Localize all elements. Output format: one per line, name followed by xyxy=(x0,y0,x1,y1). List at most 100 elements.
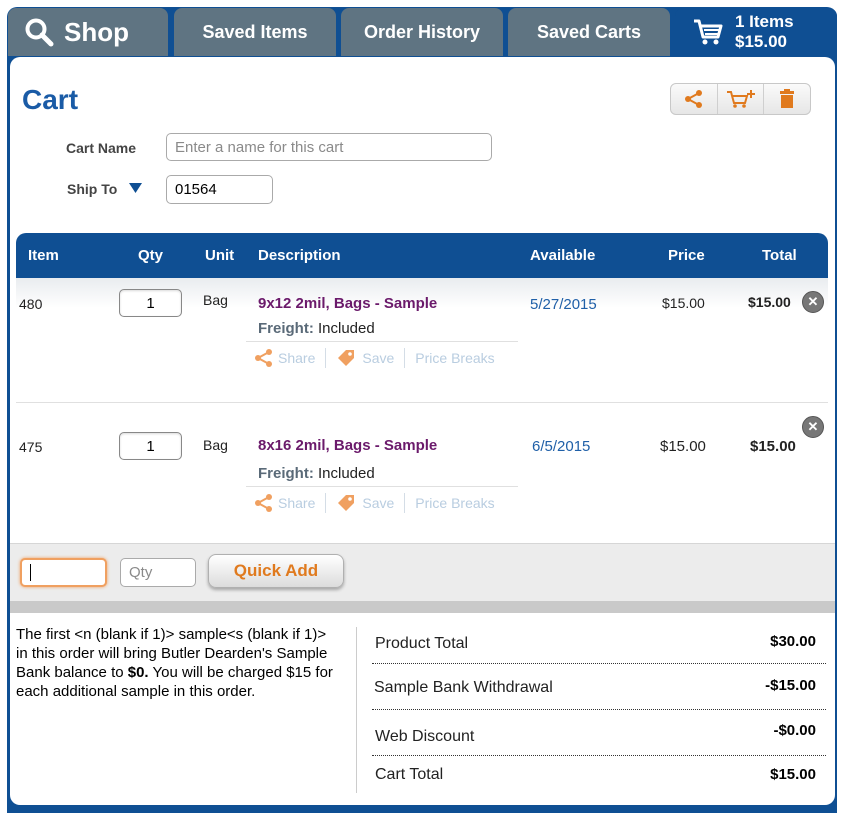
row2-description[interactable]: 8x16 2mil, Bags - Sample xyxy=(258,437,437,454)
share-label: Share xyxy=(278,350,316,366)
page-title: Cart xyxy=(22,84,79,115)
save-label: Save xyxy=(362,495,395,511)
row2-total: $15.00 xyxy=(750,438,796,455)
text-cursor xyxy=(30,564,31,581)
tag-icon xyxy=(338,495,355,511)
row1-qty-input[interactable]: 1 xyxy=(119,289,182,317)
col-qty: Qty xyxy=(138,247,164,264)
cart-name-label: Cart Name xyxy=(66,140,137,156)
summary-divider xyxy=(372,755,826,756)
quick-add-button[interactable]: Quick Add xyxy=(208,554,344,588)
ship-to-label: Ship To xyxy=(67,181,118,197)
row2-freight-label: Freight: xyxy=(258,465,314,482)
row1-freight-value: Included xyxy=(318,320,375,337)
separator xyxy=(325,348,327,368)
trash-icon xyxy=(780,89,795,108)
close-icon: ✕ xyxy=(807,294,819,309)
row1-total: $15.00 xyxy=(748,294,791,310)
cart-item-count: 1 Items xyxy=(735,12,794,31)
quick-add-item-input[interactable] xyxy=(20,558,107,587)
row1-description[interactable]: 9x12 2mil, Bags - Sample xyxy=(258,295,437,312)
row2-item: 475 xyxy=(19,439,43,455)
row2-actions: Share Save Price Breaks xyxy=(254,493,495,513)
row1-unit: Bag xyxy=(203,292,228,308)
row-divider xyxy=(16,402,828,403)
cart-actions xyxy=(670,83,811,115)
separator xyxy=(404,493,406,513)
summary-divider xyxy=(372,709,826,710)
table-header: Item Qty Unit Description Available Pric… xyxy=(16,233,828,278)
add-to-cart-button[interactable] xyxy=(718,84,765,114)
row2-price: $15.00 xyxy=(660,438,706,455)
tab-shop[interactable]: Shop xyxy=(8,8,168,56)
delete-cart-button[interactable] xyxy=(764,84,810,114)
share-icon xyxy=(255,494,272,512)
discount-label: Web Discount xyxy=(375,728,475,745)
cart-total-label: Cart Total xyxy=(375,766,444,783)
cart-name-input[interactable]: Enter a name for this cart xyxy=(166,133,492,161)
row1-sample: Sample xyxy=(383,295,438,312)
tab-saved-items-label: Saved Items xyxy=(202,21,308,42)
share-icon xyxy=(255,349,272,367)
row2-divider xyxy=(246,486,518,487)
note-amount: $0. xyxy=(127,664,149,681)
row2-sample: Sample xyxy=(383,437,438,454)
row2-save-link[interactable]: Save xyxy=(336,493,394,513)
ship-to-input[interactable]: 01564 xyxy=(166,175,273,204)
row1-share-link[interactable]: Share xyxy=(254,348,315,368)
withdrawal-value: -$15.00 xyxy=(765,677,816,694)
row2-remove-button[interactable]: ✕ xyxy=(802,416,824,438)
row1-freight: Freight: Included xyxy=(258,320,375,337)
col-price: Price xyxy=(668,247,705,264)
col-total: Total xyxy=(762,247,797,264)
row2-price-breaks-link[interactable]: Price Breaks xyxy=(415,495,494,511)
cart-plus-icon xyxy=(726,90,755,108)
row2-available: 6/5/2015 xyxy=(532,438,591,455)
row1-desc-text: 9x12 2mil, Bags - xyxy=(258,295,384,312)
withdrawal-label: Sample Bank Withdrawal xyxy=(374,679,553,696)
tab-order-history[interactable]: Order History xyxy=(341,8,503,56)
cart-tab-total: $15.00 xyxy=(735,32,787,51)
col-available: Available xyxy=(530,247,596,264)
product-total-label: Product Total xyxy=(375,635,469,652)
row1-available: 5/27/2015 xyxy=(530,296,597,313)
tab-saved-carts-label: Saved Carts xyxy=(536,21,642,42)
separator xyxy=(325,493,327,513)
tab-cart[interactable]: 1 Items $15.00 xyxy=(675,8,837,56)
product-total-value: $30.00 xyxy=(770,633,816,650)
tab-saved-carts[interactable]: Saved Carts xyxy=(508,8,670,56)
share-cart-button[interactable] xyxy=(671,84,718,114)
row2-desc-text: 8x16 2mil, Bags - xyxy=(258,437,384,454)
tab-saved-items[interactable]: Saved Items xyxy=(174,8,336,56)
row2-freight: Freight: Included xyxy=(258,465,375,482)
row1-price-breaks-link[interactable]: Price Breaks xyxy=(415,350,494,366)
section-divider xyxy=(10,601,835,613)
quick-add-qty-input[interactable]: Qty xyxy=(120,558,196,587)
sample-bank-note: The first <n (blank if 1)> sample<s (bla… xyxy=(16,625,336,701)
discount-value: -$0.00 xyxy=(773,722,816,739)
row1-save-link[interactable]: Save xyxy=(336,348,394,368)
row2-qty-input[interactable]: 1 xyxy=(119,432,182,460)
row1-remove-button[interactable]: ✕ xyxy=(802,291,824,313)
row1-freight-label: Freight: xyxy=(258,320,314,337)
cart-total-value: $15.00 xyxy=(770,766,816,783)
tab-shop-label: Shop xyxy=(64,16,129,47)
row1-item: 480 xyxy=(19,296,43,312)
row1-divider xyxy=(246,341,518,342)
row1-actions: Share Save Price Breaks xyxy=(254,348,495,368)
search-icon xyxy=(25,18,54,47)
share-label: Share xyxy=(278,495,316,511)
summary-separator xyxy=(356,627,357,793)
row2-unit: Bag xyxy=(203,437,228,453)
row2-share-link[interactable]: Share xyxy=(254,493,315,513)
summary-divider xyxy=(372,663,826,664)
share-icon xyxy=(684,90,702,108)
tab-order-history-label: Order History xyxy=(363,21,481,42)
tag-icon xyxy=(338,350,355,366)
row1-price: $15.00 xyxy=(662,295,705,311)
ship-to-dropdown-icon[interactable] xyxy=(129,181,142,199)
cart-icon xyxy=(694,19,723,45)
col-item: Item xyxy=(28,247,59,264)
col-unit: Unit xyxy=(205,247,235,264)
separator xyxy=(404,348,406,368)
